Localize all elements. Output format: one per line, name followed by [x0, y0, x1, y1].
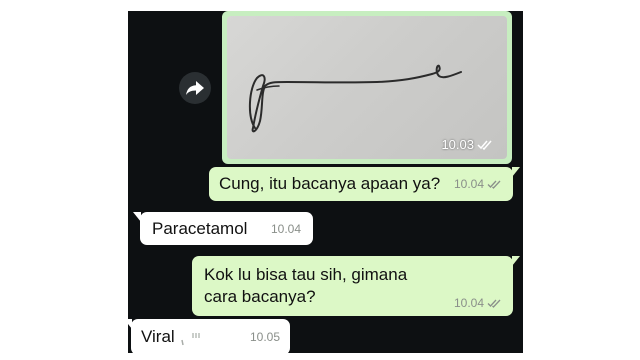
message-timestamp: 10.04 [454, 296, 503, 310]
message-text: Kok lu bisa tau sih, gimana cara bacanya… [204, 265, 408, 306]
incoming-message[interactable]: Viral 10.05 [128, 319, 290, 353]
incoming-message[interactable]: Paracetamol 10.04 [133, 212, 313, 245]
outgoing-message[interactable]: Kok lu bisa tau sih, gimana cara bacanya… [192, 256, 520, 316]
message-timestamp: 10.04 [271, 222, 301, 236]
bubble-tail [133, 212, 141, 222]
forward-arrow-icon [186, 81, 204, 95]
chat-window: 10.03 Cung, itu bacanya apaan ya? 10.04 … [128, 11, 523, 353]
bubble-tail [512, 256, 520, 266]
outgoing-message[interactable]: Cung, itu bacanya apaan ya? 10.04 [209, 167, 520, 201]
double-check-icon [487, 299, 501, 308]
message-timestamp: 10.04 [454, 177, 503, 191]
forward-button[interactable] [179, 72, 211, 104]
time-label: 10.04 [453, 296, 484, 310]
message-text: Cung, itu bacanya apaan ya? [219, 174, 441, 193]
message-text: Paracetamol [152, 218, 248, 238]
cropped-emoji [181, 332, 201, 345]
message-timestamp: 10.03 [441, 137, 495, 152]
image-message[interactable]: 10.03 [222, 11, 512, 164]
signature-photo[interactable]: 10.03 [227, 16, 507, 159]
double-check-icon [477, 140, 492, 150]
time-label: 10.04 [453, 177, 484, 191]
bubble-tail [128, 319, 132, 329]
double-check-icon [487, 180, 501, 189]
time-label: 10.04 [270, 221, 301, 236]
message-text-wrapper: Viral [141, 327, 211, 347]
time-label: 10.05 [249, 330, 280, 344]
message-timestamp: 10.05 [250, 330, 280, 344]
time-label: 10.03 [441, 137, 474, 152]
message-text: Viral [141, 327, 175, 346]
bubble-tail [512, 167, 520, 177]
